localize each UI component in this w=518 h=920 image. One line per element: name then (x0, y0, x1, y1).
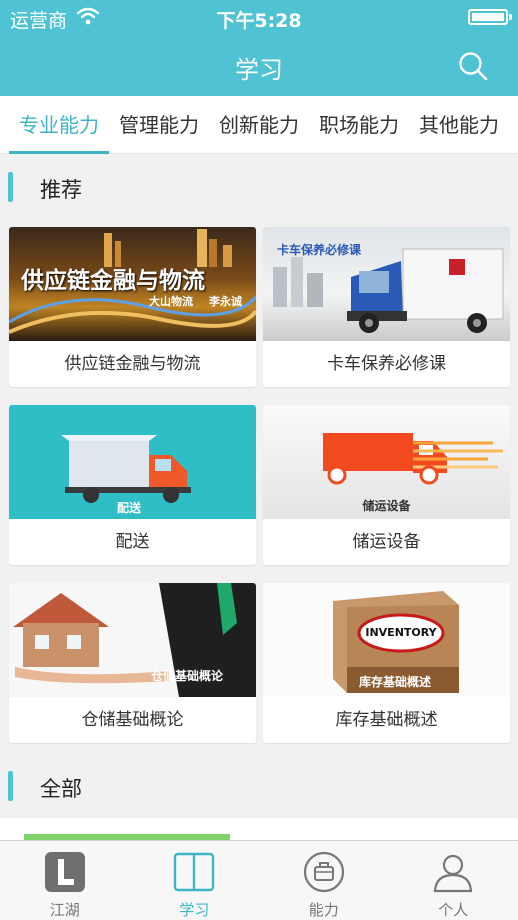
tabbar-label: 能力 (308, 901, 339, 919)
thumbnail-title: 配送 (116, 501, 141, 515)
tabbar-item-jianghu[interactable]: 江湖 (0, 841, 130, 920)
course-title: 配送 (115, 532, 150, 552)
course-thumbnail: INVENTORY 库存基础概述 (263, 583, 510, 697)
thumbnail-title: 卡车保养必修课 (277, 243, 362, 257)
tabbar-item-study[interactable]: 学习 (130, 841, 260, 920)
tabbar-label: 江湖 (49, 901, 80, 919)
category-tabs: 专业能力 管理能力 创新能力 职场能力 其他能力 (0, 96, 518, 154)
tab-workplace[interactable]: 职场能力 (309, 96, 409, 154)
briefcase-icon (303, 851, 344, 893)
thumbnail-publisher: 大山物流 (149, 295, 193, 308)
thumbnail-title: 储运设备 (362, 499, 411, 513)
course-card[interactable]: 配送 配送 (9, 405, 256, 565)
jianghu-logo-icon (44, 852, 85, 892)
search-icon[interactable] (458, 51, 488, 81)
battery-icon (468, 9, 512, 25)
course-card[interactable]: INVENTORY 库存基础概述 库存基础概述 (263, 583, 510, 743)
tab-innovation[interactable]: 创新能力 (209, 96, 309, 154)
course-thumbnail: 卡车保养必修课 (263, 227, 510, 341)
tabbar-item-profile[interactable]: 个人 (389, 841, 518, 920)
course-thumbnail: 配送 (9, 405, 256, 519)
course-thumbnail: 仓储基础概论 (9, 583, 256, 697)
person-icon (434, 854, 473, 893)
status-bar: 运营商 下午5:28 (0, 0, 518, 34)
section-title: 推荐 (40, 178, 82, 202)
course-list-peek[interactable] (0, 818, 518, 840)
course-card[interactable]: 仓储基础概论 仓储基础概论 (9, 583, 256, 743)
tab-other[interactable]: 其他能力 (409, 96, 509, 154)
tab-professional[interactable]: 专业能力 (9, 96, 109, 154)
bottom-tab-bar: 江湖 学习 能力 个人 (0, 840, 518, 920)
course-title: 储运设备 (352, 532, 421, 552)
course-thumbnail: 供应链金融与物流 大山物流 李永诚 (9, 227, 256, 341)
course-card[interactable]: 储运设备 储运设备 (263, 405, 510, 565)
course-title: 仓储基础概论 (81, 710, 184, 730)
course-title: 卡车保养必修课 (327, 354, 446, 374)
tab-management[interactable]: 管理能力 (109, 96, 209, 154)
navigation-header: 运营商 下午5:28 学习 (0, 0, 518, 96)
all-section-header: 全部 (0, 767, 518, 807)
tabbar-label: 个人 (438, 901, 469, 919)
section-marker (8, 771, 13, 801)
box-label: INVENTORY (365, 626, 437, 639)
course-thumbnail: 储运设备 (263, 405, 510, 519)
recommend-section-header: 推荐 (0, 168, 518, 208)
thumbnail-title: 供应链金融与物流 (21, 267, 205, 294)
section-title: 全部 (40, 777, 82, 801)
tabbar-item-ability[interactable]: 能力 (259, 841, 389, 920)
clock: 下午5:28 (216, 10, 302, 32)
course-card[interactable]: 卡车保养必修课 卡车保养必修课 (263, 227, 510, 387)
thumbnail-author: 李永诚 (209, 295, 242, 308)
course-title: 库存基础概述 (335, 710, 438, 730)
thumbnail-title: 仓储基础概论 (151, 669, 224, 683)
course-title: 供应链金融与物流 (64, 354, 201, 374)
course-card[interactable]: 供应链金融与物流 大山物流 李永诚 供应链金融与物流 (9, 227, 256, 387)
section-marker (8, 172, 13, 202)
thumbnail-title: 库存基础概述 (359, 675, 432, 689)
book-icon (174, 852, 215, 892)
tabbar-label: 学习 (179, 901, 210, 919)
page-title: 学习 (235, 56, 283, 84)
